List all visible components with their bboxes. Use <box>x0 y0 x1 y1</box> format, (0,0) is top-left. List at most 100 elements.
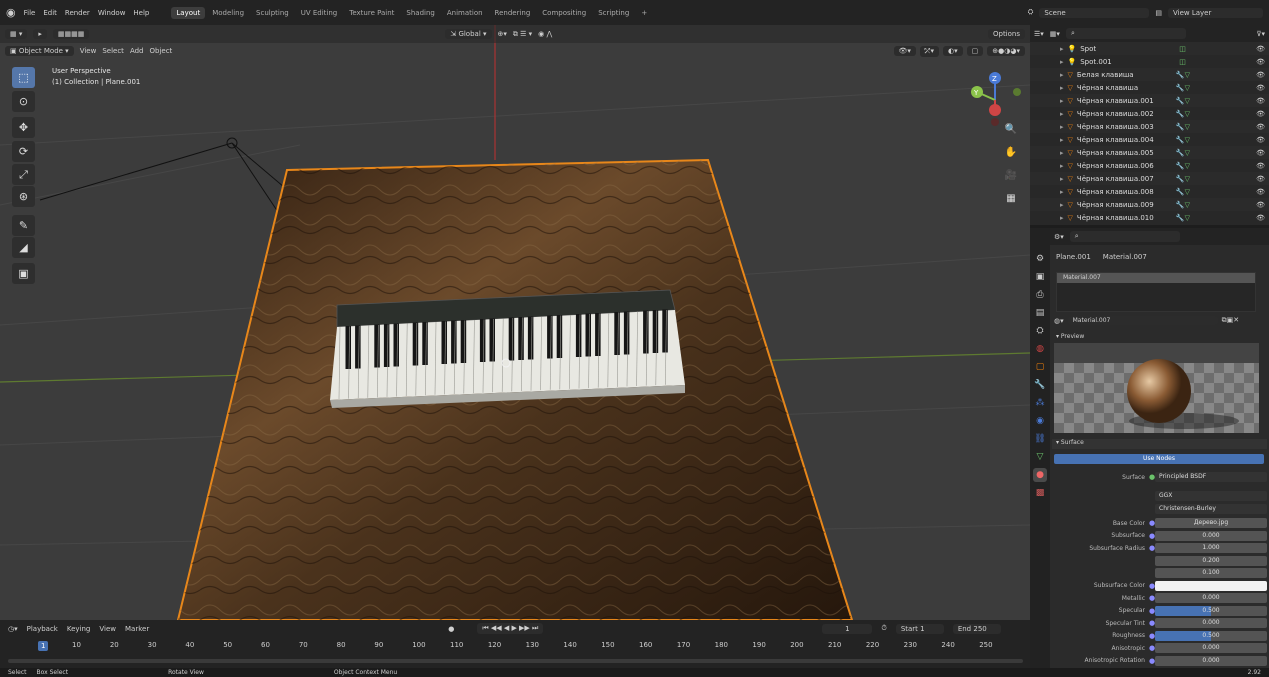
annotate-tool[interactable]: ✎ <box>12 215 35 236</box>
expand-arrow-icon[interactable]: ▸ <box>1060 201 1064 209</box>
tab-sculpting[interactable]: Sculpting <box>251 7 294 19</box>
menu-help[interactable]: Help <box>133 9 149 17</box>
use-nodes-button[interactable]: Use Nodes <box>1054 454 1264 464</box>
visibility-eye-icon[interactable]: 👁 <box>1256 175 1265 183</box>
outliner-item[interactable]: ▸ ▽ Чёрная клавиша.008 🔧▽ 👁 <box>1030 185 1269 198</box>
menu-timeline-view[interactable]: View <box>99 625 116 633</box>
outliner-item[interactable]: ▸ 💡 Spot.001 ◫ 👁 <box>1030 55 1269 68</box>
snap-icon[interactable]: ⧉ ☰ ▾ <box>513 30 532 39</box>
frame-ruler[interactable]: 1 10 20 30 40 50 60 70 80 90 100 110 120 130 140 150 160… <box>0 638 1030 654</box>
menu-select[interactable]: Select <box>102 47 124 55</box>
preview-panel-header[interactable]: ▾ Preview <box>1056 333 1084 340</box>
outliner-item[interactable]: ▸ ▽ Чёрная клавиша.009 🔧▽ 👁 <box>1030 198 1269 211</box>
tab-texture-paint[interactable]: Texture Paint <box>344 7 399 19</box>
visibility-eye-icon[interactable]: 👁 <box>1256 162 1265 170</box>
overlay-toggle-icon[interactable]: ◐▾ <box>943 46 963 56</box>
scene-selector[interactable]: Scene <box>1039 7 1150 18</box>
bsdf-input-field[interactable]: 0.200 <box>1155 555 1267 566</box>
bsdf-input-field[interactable]: 1.000 <box>1155 543 1267 554</box>
timeline-editor-icon[interactable]: ◷▾ <box>8 625 18 633</box>
3d-viewport[interactable]: ▦ ▾ ▸ ▦▦▦▦ ⇲ Global ▾ ⊕▾ ⧉ ☰ ▾ ◉ ⋀ Optio… <box>0 25 1030 620</box>
bsdf-input-field[interactable]: 0.000 <box>1155 643 1267 654</box>
menu-marker[interactable]: Marker <box>125 625 149 633</box>
expand-arrow-icon[interactable]: ▸ <box>1060 175 1064 183</box>
tab-uv-editing[interactable]: UV Editing <box>296 7 343 19</box>
editor-type-button[interactable]: ▦ ▾ <box>5 29 28 39</box>
outliner-item[interactable]: ▸ ▽ Белая клавиша 🔧▽ 👁 <box>1030 68 1269 81</box>
gizmo-toggle-icon[interactable]: ⤱▾ <box>919 45 940 57</box>
expand-arrow-icon[interactable]: ▸ <box>1060 136 1064 144</box>
surface-shader-field[interactable]: Principled BSDF <box>1155 472 1267 483</box>
menu-object[interactable]: Object <box>150 47 173 55</box>
add-workspace-icon[interactable]: + <box>636 7 652 19</box>
menu-view[interactable]: View <box>80 47 97 55</box>
move-tool[interactable]: ✥ <box>12 117 35 138</box>
tab-compositing[interactable]: Compositing <box>537 7 591 19</box>
view-layer-selector[interactable]: View Layer <box>1168 7 1263 18</box>
material-name-field[interactable]: Material.007 <box>1067 316 1218 325</box>
expand-arrow-icon[interactable]: ▸ <box>1060 84 1064 92</box>
visibility-eye-icon[interactable]: 👁 <box>1256 110 1265 118</box>
add-cube-tool[interactable]: ▣ <box>12 263 35 284</box>
pivot-icon[interactable]: ⊕▾ <box>498 30 507 38</box>
display-mode-icon[interactable]: ▦▾ <box>1050 30 1060 38</box>
tab-shading[interactable]: Shading <box>401 7 439 19</box>
menu-render[interactable]: Render <box>65 9 90 17</box>
material-fake-user-icon[interactable]: ⧉▣✕ <box>1222 316 1239 325</box>
output-tab-icon[interactable]: ⎙ <box>1033 288 1047 302</box>
visibility-eye-icon[interactable]: 👁 <box>1256 123 1265 131</box>
tab-rendering[interactable]: Rendering <box>490 7 536 19</box>
menu-window[interactable]: Window <box>98 9 126 17</box>
zoom-icon[interactable]: 🔍 <box>1003 121 1019 137</box>
expand-arrow-icon[interactable]: ▸ <box>1060 188 1064 196</box>
tab-modeling[interactable]: Modeling <box>207 7 249 19</box>
menu-file[interactable]: File <box>24 9 36 17</box>
transform-tool[interactable]: ⊛ <box>12 186 35 207</box>
scale-tool[interactable]: ⤢ <box>12 164 35 185</box>
camera-icon[interactable]: 🎥 <box>1003 167 1019 183</box>
rotate-tool[interactable]: ⟳ <box>12 141 35 162</box>
bsdf-input-field[interactable]: 0.000 <box>1155 593 1267 604</box>
outliner-item[interactable]: ▸ ▽ Чёрная клавиша.010 🔧▽ 👁 <box>1030 211 1269 224</box>
data-tab-icon[interactable]: ▽ <box>1033 450 1047 464</box>
end-frame-field[interactable]: End 250 <box>952 623 1001 634</box>
properties-editor-icon[interactable]: ⚙▾ <box>1054 233 1064 241</box>
outliner-search-input[interactable]: ⌕ <box>1065 28 1186 39</box>
proportional-icon[interactable]: ◉ ⋀ <box>538 30 552 38</box>
menu-add[interactable]: Add <box>130 47 144 55</box>
material-browse-icon[interactable]: ◍▾ <box>1054 317 1064 325</box>
tab-scripting[interactable]: Scripting <box>593 7 634 19</box>
visibility-icon[interactable]: 👁▾ <box>893 46 916 56</box>
visibility-eye-icon[interactable]: 👁 <box>1256 201 1265 209</box>
visibility-eye-icon[interactable]: 👁 <box>1256 136 1265 144</box>
playback-controls[interactable]: ⏮ ◀◀ ◀ ▶ ▶▶ ⏭ <box>477 623 544 634</box>
constraints-tab-icon[interactable]: ⛓ <box>1033 432 1047 446</box>
bsdf-input-field[interactable]: 0.000 <box>1155 655 1267 666</box>
bsdf-input-field[interactable]: Дерево.jpg <box>1155 518 1267 529</box>
expand-arrow-icon[interactable]: ▸ <box>1060 123 1064 131</box>
xray-icon[interactable]: ▢ <box>966 46 984 56</box>
select-tool-button[interactable]: ▸ <box>33 29 47 39</box>
menu-keying[interactable]: Keying <box>67 625 91 633</box>
texture-tab-icon[interactable]: ▩ <box>1033 486 1047 500</box>
bsdf-input-field[interactable]: 0.000 <box>1155 618 1267 629</box>
clock-icon[interactable]: ⏱ <box>881 624 886 633</box>
bsdf-input-field[interactable]: 0.500 <box>1155 630 1267 641</box>
filter-icon[interactable]: ⊽▾ <box>1256 30 1265 38</box>
visibility-eye-icon[interactable]: 👁 <box>1256 71 1265 79</box>
select-box-tool[interactable]: ⬚ <box>12 67 35 88</box>
expand-arrow-icon[interactable]: ▸ <box>1060 45 1064 53</box>
outliner-item[interactable]: ▸ ▽ Чёрная клавиша.002 🔧▽ 👁 <box>1030 107 1269 120</box>
current-frame-field[interactable]: 1 <box>822 623 873 634</box>
visibility-eye-icon[interactable]: 👁 <box>1256 45 1265 53</box>
outliner-item[interactable]: ▸ ▽ Чёрная клавиша 🔧▽ 👁 <box>1030 81 1269 94</box>
outliner-item[interactable]: ▸ ▽ Чёрная клавиша.007 🔧▽ 👁 <box>1030 172 1269 185</box>
grid-perspective-icon[interactable]: ▦ <box>1003 190 1019 206</box>
outliner-editor-icon[interactable]: ☰▾ <box>1034 30 1044 38</box>
visibility-eye-icon[interactable]: 👁 <box>1256 149 1265 157</box>
world-tab-icon[interactable]: ◍ <box>1033 342 1047 356</box>
outliner-item[interactable]: ▸ ▽ Чёрная клавиша.001 🔧▽ 👁 <box>1030 94 1269 107</box>
outliner-item[interactable]: ▸ ▽ Чёрная клавиша.003 🔧▽ 👁 <box>1030 120 1269 133</box>
cursor-tool[interactable]: ⊙ <box>12 91 35 112</box>
expand-arrow-icon[interactable]: ▸ <box>1060 149 1064 157</box>
